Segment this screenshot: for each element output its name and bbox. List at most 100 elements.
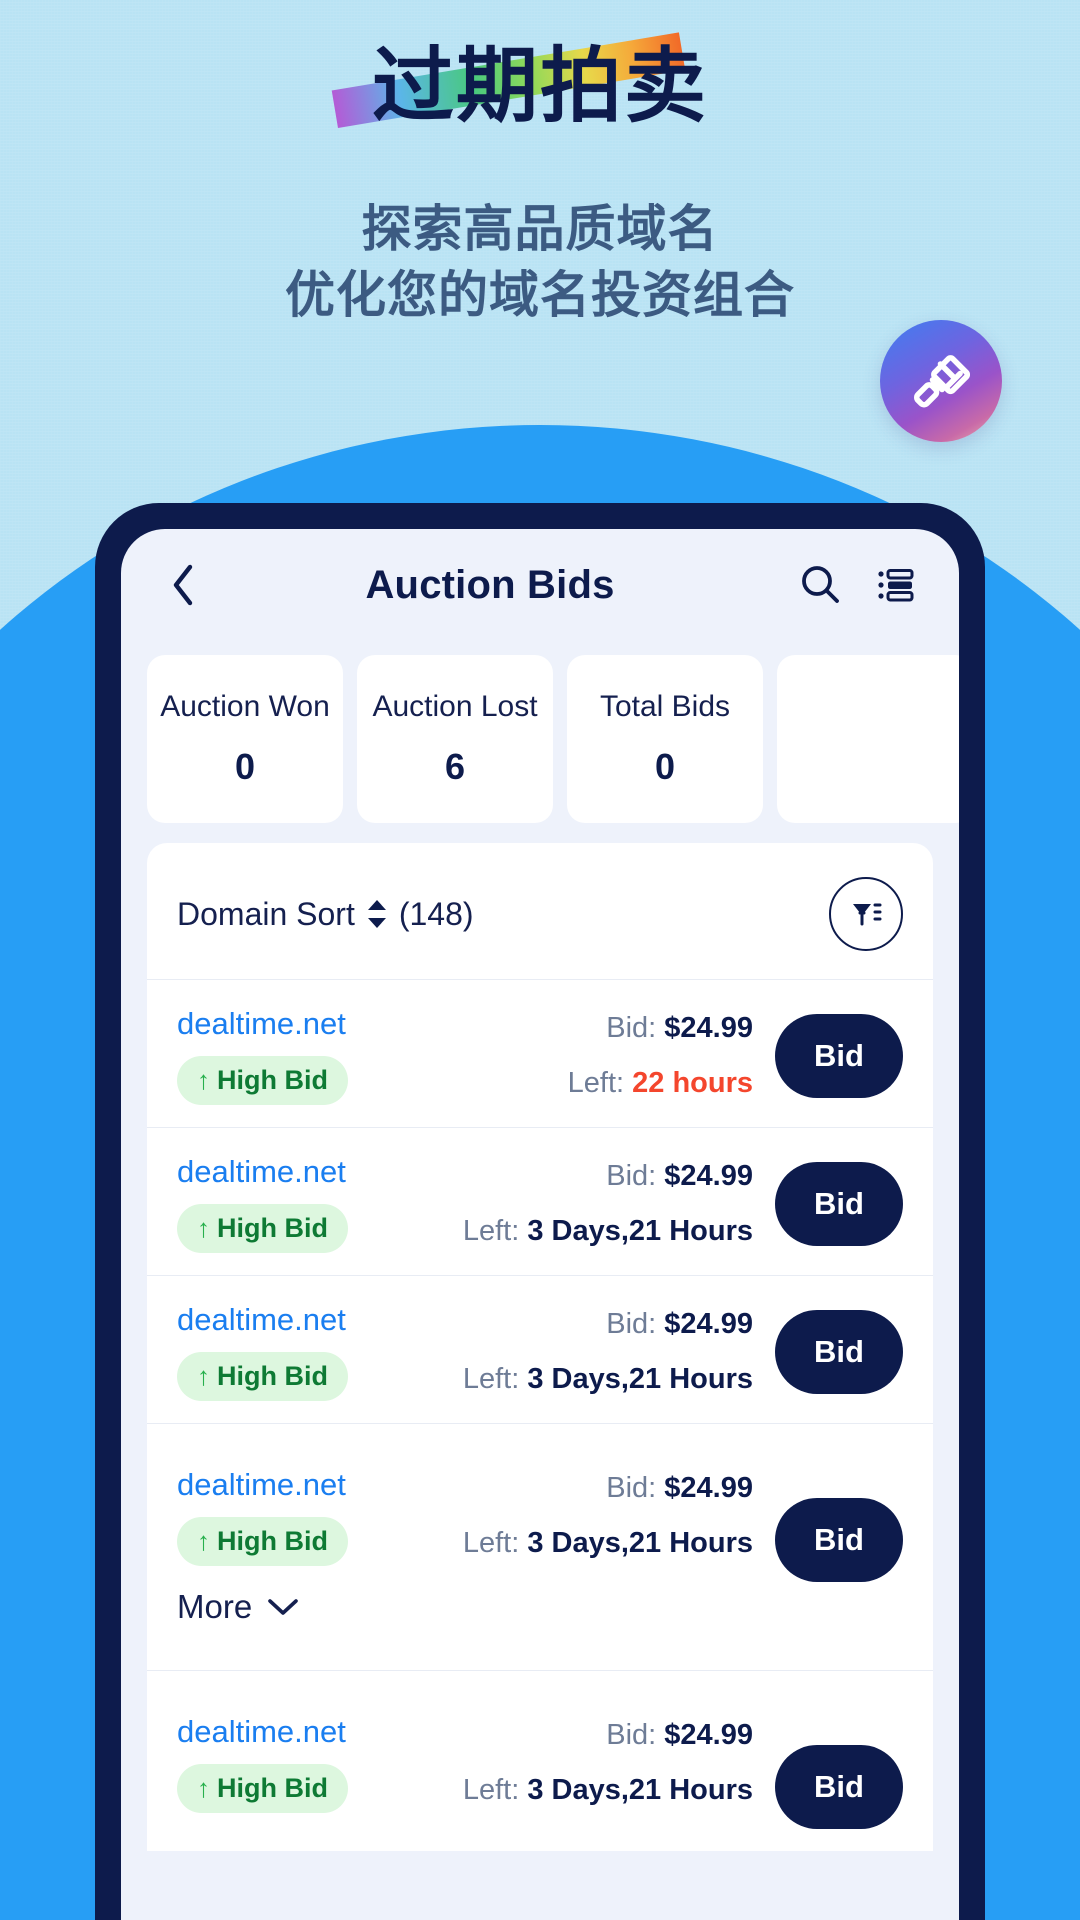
status-badge-label: High Bid: [217, 1213, 328, 1243]
gavel-icon: [880, 320, 1002, 442]
filter-button[interactable]: [829, 877, 903, 951]
chevron-left-icon: [173, 564, 193, 606]
bid-amount-line: Bid: $24.99: [455, 1308, 753, 1341]
bid-amount-line: Bid: $24.99: [455, 1472, 753, 1505]
phone-screen: Auction Bids Auction Won 0 Auction Lost …: [121, 529, 959, 1920]
bid-button[interactable]: Bid: [775, 1013, 903, 1098]
left-prefix: Left:: [462, 1774, 520, 1806]
sort-count: (148): [398, 895, 474, 932]
status-badge-label: High Bid: [217, 1525, 328, 1556]
domain-link[interactable]: dealtime.net: [177, 1302, 449, 1338]
bid-amount: $24.99: [664, 1011, 753, 1044]
table-row[interactable]: dealtime.net ↑ High Bid Bid: $24.99 Left…: [147, 1276, 933, 1424]
poster-headline: 过期拍卖: [0, 32, 1080, 132]
chevron-down-icon: [268, 1599, 298, 1615]
up-arrow-icon: ↑: [197, 1772, 210, 1803]
left-prefix: Left:: [567, 1066, 625, 1099]
left-prefix: Left:: [462, 1362, 520, 1395]
time-left-line: Left: 3 Days,21 Hours: [455, 1774, 753, 1807]
poster-subtitle: 探索高品质域名 优化您的域名投资组合: [0, 196, 1080, 328]
time-left-line: Left: 3 Days,21 Hours: [455, 1215, 753, 1248]
time-left: 3 Days,21 Hours: [527, 1774, 753, 1806]
page-title: Auction Bids: [365, 562, 615, 607]
row-domain-col: dealtime.net ↑ High Bid: [177, 1714, 449, 1813]
up-arrow-icon: ↑: [197, 1065, 210, 1095]
stat-label: Total Bids: [599, 690, 731, 723]
time-left-line: Left: 3 Days,21 Hours: [455, 1527, 753, 1560]
view-options-button[interactable]: [869, 558, 923, 612]
status-badge: ↑ High Bid: [177, 1204, 348, 1253]
bid-prefix: Bid:: [606, 1159, 657, 1192]
status-badge-label: High Bid: [217, 1065, 328, 1095]
table-row[interactable]: dealtime.net ↑ High Bid Bid: $24.99 Left…: [147, 980, 933, 1128]
left-prefix: Left:: [462, 1214, 520, 1247]
bid-prefix: Bid:: [606, 1472, 657, 1504]
row-domain-col: dealtime.net ↑ High Bid: [177, 1006, 449, 1105]
stat-card-total-bids[interactable]: Total Bids 0: [567, 655, 763, 823]
time-left: 3 Days,21 Hours: [527, 1214, 753, 1247]
bid-button[interactable]: Bid: [775, 1161, 903, 1246]
row-info-col: Bid: $24.99 Left: 3 Days,21 Hours: [455, 1719, 769, 1807]
status-badge: ↑ High Bid: [177, 1516, 348, 1566]
domain-sort-control[interactable]: Domain Sort (148): [177, 896, 474, 933]
sort-updown-icon: [367, 900, 386, 928]
subtitle-line-2: 优化您的域名投资组合: [285, 266, 795, 324]
more-row: More: [147, 1582, 933, 1671]
status-badge: ↑ High Bid: [177, 1352, 348, 1401]
row-info-col: Bid: $24.99 Left: 22 hours: [455, 1012, 769, 1100]
domain-link[interactable]: dealtime.net: [177, 1714, 449, 1750]
sort-label: Domain Sort: [177, 895, 355, 932]
bid-prefix: Bid:: [606, 1011, 657, 1044]
bid-prefix: Bid:: [606, 1719, 657, 1751]
stat-card-auction-won[interactable]: Auction Won 0: [147, 655, 343, 823]
more-button[interactable]: More: [177, 1588, 300, 1626]
row-info-col: Bid: $24.99 Left: 3 Days,21 Hours: [455, 1160, 769, 1248]
row-info-col: Bid: $24.99 Left: 3 Days,21 Hours: [455, 1308, 769, 1396]
left-prefix: Left:: [462, 1527, 520, 1559]
bid-button[interactable]: Bid: [775, 1498, 903, 1582]
time-left-line: Left: 22 hours: [455, 1067, 753, 1100]
domain-link[interactable]: dealtime.net: [177, 1006, 449, 1042]
status-badge-label: High Bid: [217, 1772, 328, 1803]
stat-card-auction-lost[interactable]: Auction Lost 6: [357, 655, 553, 823]
status-badge: ↑ High Bid: [177, 1056, 348, 1105]
bid-button[interactable]: Bid: [775, 1309, 903, 1394]
headline-text: 过期拍卖: [371, 39, 708, 134]
bid-amount: $24.99: [664, 1719, 753, 1751]
stat-value: 6: [444, 746, 466, 787]
table-row[interactable]: dealtime.net ↑ High Bid Bid: $24.99 Left…: [147, 1128, 933, 1276]
search-button[interactable]: [793, 558, 847, 612]
row-info-col: Bid: $24.99 Left: 3 Days,21 Hours: [455, 1472, 769, 1560]
search-icon: [802, 566, 839, 603]
up-arrow-icon: ↑: [197, 1525, 210, 1556]
back-button[interactable]: [157, 559, 209, 611]
domain-link[interactable]: dealtime.net: [177, 1467, 449, 1503]
bid-button[interactable]: Bid: [775, 1745, 903, 1829]
table-row[interactable]: dealtime.net ↑ High Bid Bid: $24.99 Left…: [147, 1671, 933, 1851]
bid-amount-line: Bid: $24.99: [455, 1719, 753, 1752]
stat-card-partial[interactable]: [777, 655, 959, 823]
bid-amount-line: Bid: $24.99: [455, 1012, 753, 1045]
bid-amount: $24.99: [664, 1307, 753, 1340]
poster-canvas: 过期拍卖 探索高品质域名 优化您的域名投资组合 Auction Bids Auc…: [0, 0, 1080, 1920]
time-left: 3 Days,21 Hours: [527, 1362, 753, 1395]
stat-value: 0: [234, 746, 256, 787]
bid-amount: $24.99: [664, 1472, 753, 1504]
stat-label: Auction Won: [160, 690, 330, 723]
more-label: More: [177, 1588, 253, 1625]
row-domain-col: dealtime.net ↑ High Bid: [177, 1302, 449, 1401]
app-header: Auction Bids: [121, 529, 959, 641]
status-badge-label: High Bid: [217, 1361, 328, 1391]
time-left: 3 Days,21 Hours: [527, 1527, 753, 1559]
domain-link[interactable]: dealtime.net: [177, 1154, 449, 1190]
row-domain-col: dealtime.net ↑ High Bid: [177, 1467, 449, 1566]
sort-row: Domain Sort (148): [147, 843, 933, 980]
up-arrow-icon: ↑: [197, 1213, 210, 1243]
stat-value: 0: [654, 746, 676, 787]
bids-list-card: Domain Sort (148) dealtime.net ↑ High Bi…: [147, 843, 933, 1851]
stat-label: Auction Lost: [372, 690, 538, 723]
bid-prefix: Bid:: [606, 1307, 657, 1340]
bid-amount: $24.99: [664, 1159, 753, 1192]
stats-row[interactable]: Auction Won 0 Auction Lost 6 Total Bids …: [121, 641, 959, 841]
table-row[interactable]: dealtime.net ↑ High Bid Bid: $24.99 Left…: [147, 1424, 933, 1582]
